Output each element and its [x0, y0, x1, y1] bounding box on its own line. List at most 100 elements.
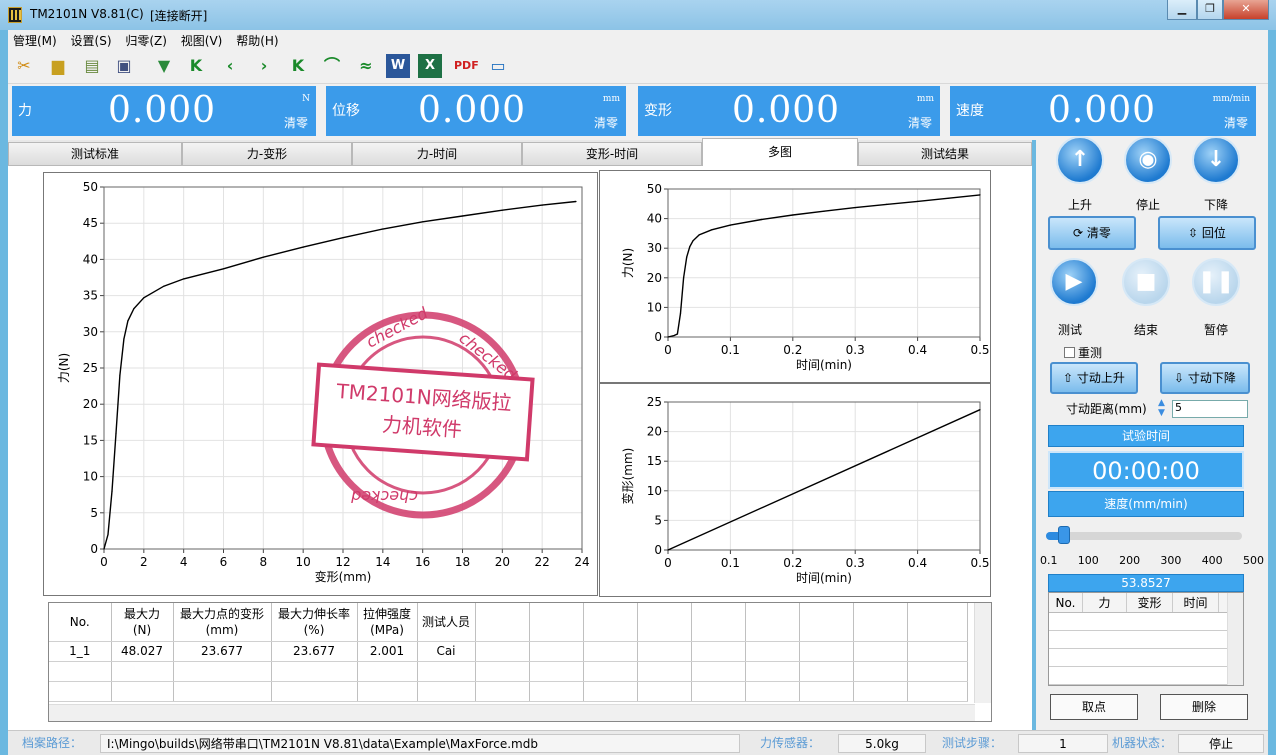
return-button[interactable]: ⇳ 回位: [1158, 216, 1256, 250]
y-tick-label: 30: [647, 241, 662, 255]
data-point: [692, 240, 694, 242]
jog-down-button[interactable]: ⇩ 寸动下降: [1160, 362, 1250, 394]
table-row[interactable]: 1_1 48.027 23.677 23.677 2.001 Cai: [49, 641, 968, 662]
x-tick-label: 0: [100, 555, 108, 569]
clear-icon[interactable]: ▣: [112, 54, 136, 78]
first-icon[interactable]: K: [184, 54, 208, 78]
connection-status: [连接断开]: [150, 9, 208, 23]
tab-force-time[interactable]: 力-时间: [352, 142, 522, 166]
pause-button[interactable]: ❚❚: [1192, 258, 1240, 306]
col-header-deformation-at-max[interactable]: 最大力点的变形 (mm): [173, 603, 272, 642]
mini-table-scrollbar[interactable]: [1227, 593, 1243, 685]
minimize-button[interactable]: ▁: [1167, 0, 1197, 20]
speed-slider-thumb[interactable]: [1057, 526, 1070, 544]
menu-manage[interactable]: 管理(M): [8, 30, 62, 51]
data-point: [854, 207, 856, 209]
clear-button[interactable]: ⟳ 清零: [1048, 216, 1136, 250]
notepad-icon[interactable]: ▤: [80, 54, 104, 78]
maximize-button[interactable]: ❐: [1197, 0, 1223, 20]
menu-help[interactable]: 帮助(H): [231, 30, 283, 51]
multi-curve-icon[interactable]: ≈: [354, 54, 378, 78]
y-tick-label: 50: [83, 180, 98, 194]
jog-distance-label: 寸动距离(mm): [1066, 402, 1147, 416]
col-header-no[interactable]: No.: [49, 603, 112, 642]
folder-open-icon[interactable]: ▆: [46, 54, 70, 78]
wrench-icon[interactable]: ✂: [12, 54, 36, 78]
cell-no: 1_1: [49, 641, 112, 662]
last-icon[interactable]: K: [286, 54, 310, 78]
prev-icon[interactable]: ‹: [218, 54, 242, 78]
y-tick-label: 15: [83, 433, 98, 447]
word-icon[interactable]: W: [386, 54, 410, 78]
delete-button[interactable]: 删除: [1160, 694, 1248, 720]
test-button[interactable]: ▶: [1050, 258, 1098, 306]
path-label: 档案路径：: [22, 736, 83, 750]
jog-distance-input[interactable]: 5: [1172, 400, 1248, 418]
x-tick-label: 14: [375, 555, 390, 569]
y-tick-label: 40: [647, 212, 662, 226]
force-zero-button[interactable]: 清零: [284, 114, 308, 131]
x-tick-label: 0.5: [970, 556, 989, 570]
menu-zero[interactable]: 归零(Z): [120, 30, 172, 51]
next-icon[interactable]: ›: [252, 54, 276, 78]
data-point: [123, 338, 125, 340]
x-axis-label: 时间(min): [796, 358, 852, 372]
end-button[interactable]: ■: [1122, 258, 1170, 306]
tab-force-deformation[interactable]: 力-变形: [182, 142, 352, 166]
data-point: [302, 246, 304, 248]
pdf-icon[interactable]: PDF: [454, 54, 479, 78]
status-bar: 档案路径： I:\Mingo\builds\网络带串口\TM2101N V8.8…: [8, 730, 1268, 755]
refresh-icon: ⟳: [1073, 226, 1087, 240]
deformation-zero-button[interactable]: 清零: [908, 114, 932, 131]
x-tick-label: 24: [574, 555, 589, 569]
chart-force-time-svg: 0 0.1 0.2 0.3 0.4 0.5 0 10 20 30 40 50 时间(min) 力(N): [621, 182, 990, 372]
y-tick-label: 10: [83, 470, 98, 484]
menu-view[interactable]: 视图(V): [176, 30, 228, 51]
close-button[interactable]: ✕: [1223, 0, 1269, 20]
menu-bar: 管理(M) 设置(S) 归零(Z) 视图(V) 帮助(H): [8, 30, 1268, 50]
x-tick-label: 0.3: [846, 556, 865, 570]
data-point: [698, 234, 700, 236]
col-header-max-force[interactable]: 最大力 (N): [111, 603, 174, 642]
speed-zero-button[interactable]: 清零: [1224, 114, 1248, 131]
force-panel: 力 0.000 N 清零: [12, 86, 316, 136]
tab-test-results[interactable]: 测试结果: [858, 142, 1032, 166]
col-header-tensile-strength[interactable]: 拉伸强度 (MPa): [357, 603, 418, 642]
curve-icon[interactable]: ⌒: [320, 54, 344, 78]
x-tick-label: 8: [260, 555, 268, 569]
tab-deformation-time[interactable]: 变形-时间: [522, 142, 702, 166]
col-header-elongation[interactable]: 最大力伸长率 (%): [271, 603, 358, 642]
excel-icon[interactable]: X: [418, 54, 442, 78]
jog-up-icon: ⇧: [1063, 371, 1077, 385]
data-point: [885, 203, 887, 205]
speed-panel: 速度 0.000 mm/min 清零: [950, 86, 1256, 136]
y-tick-label: 40: [83, 252, 98, 266]
trash-icon[interactable]: ▼: [152, 54, 176, 78]
speed-slider-track[interactable]: [1046, 526, 1242, 544]
chart-force-time: 0 0.1 0.2 0.3 0.4 0.5 0 10 20 30 40 50 时间(min) 力(N): [599, 170, 991, 383]
table-vertical-scrollbar[interactable]: [974, 603, 991, 703]
up-button[interactable]: ↑: [1056, 136, 1104, 184]
tab-test-standard[interactable]: 测试标准: [8, 142, 182, 166]
table-horizontal-scrollbar[interactable]: [49, 704, 975, 721]
retest-checkbox[interactable]: 重测: [1064, 344, 1102, 361]
control-panel: ↑ ◉ ↓ 上升 停止 下降 ⟳ 清零 ⇳ 回位 ▶ ■ ❚❚ 测试 结束 暂停…: [1036, 136, 1268, 730]
take-point-button[interactable]: 取点: [1050, 694, 1138, 720]
screen-icon[interactable]: ▭: [486, 54, 510, 78]
sensor-value: 5.0kg: [838, 734, 926, 753]
down-button[interactable]: ↓: [1192, 136, 1240, 184]
data-point: [979, 409, 981, 411]
jog-up-button[interactable]: ⇧ 寸动上升: [1050, 362, 1138, 394]
tab-multi-chart[interactable]: 多图: [702, 138, 858, 166]
window-title: TM2101N V8.81(C): [30, 7, 144, 21]
col-header-tester[interactable]: 测试人员: [417, 603, 476, 642]
jog-distance-spinner[interactable]: ▲ ▼: [1158, 398, 1170, 420]
displacement-zero-button[interactable]: 清零: [594, 114, 618, 131]
end-label: 结束: [1133, 323, 1158, 337]
table-header-row: No. 最大力 (N) 最大力点的变形 (mm) 最大力伸长率 (%) 拉伸强度 (MP…: [49, 603, 968, 642]
displacement-unit: mm: [602, 94, 620, 104]
cell-elongation: 23.677: [271, 641, 358, 662]
menu-settings[interactable]: 设置(S): [66, 30, 117, 51]
stop-button[interactable]: ◉: [1124, 136, 1172, 184]
force-label: 力: [18, 103, 32, 119]
